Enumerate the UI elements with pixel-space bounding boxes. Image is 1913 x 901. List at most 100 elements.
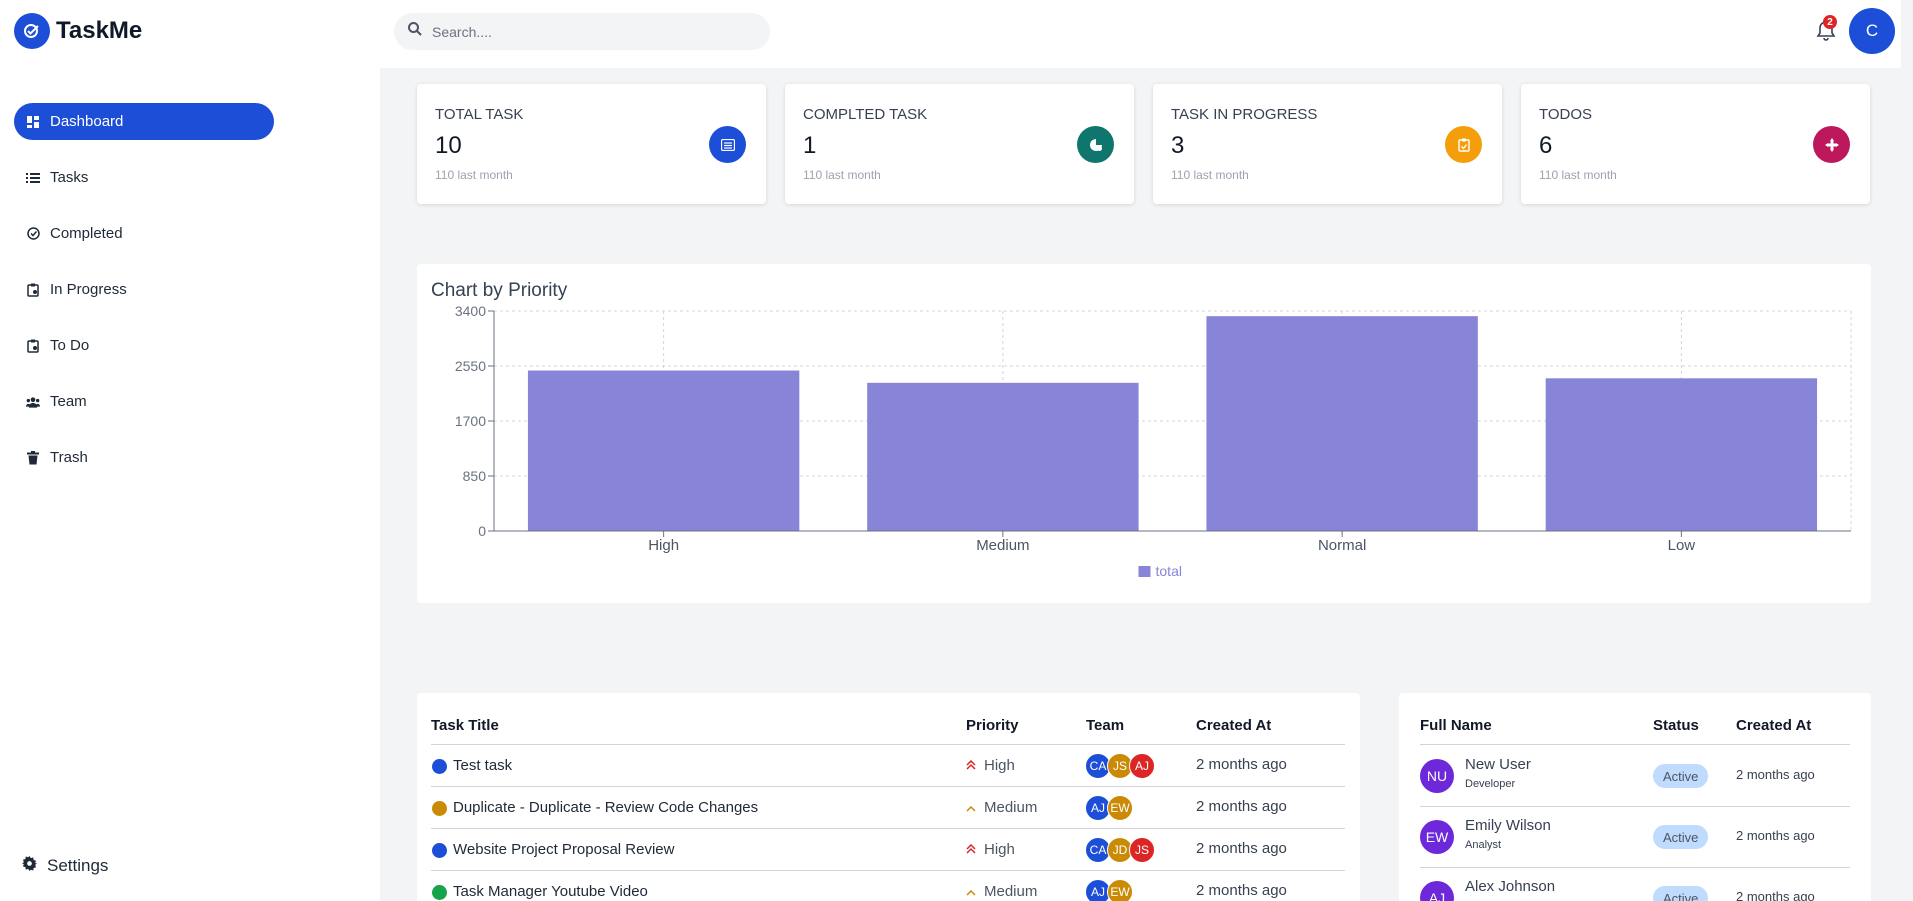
priority-label: High <box>984 757 1015 774</box>
stat-sub: 110 last month <box>803 168 881 182</box>
created-at: 2 months ago <box>1736 767 1815 782</box>
sidebar-item-in-progress[interactable]: In Progress <box>14 271 274 308</box>
created-at: 2 months ago <box>1196 882 1287 899</box>
clipboard-icon <box>26 339 40 353</box>
avatar: EW <box>1420 820 1454 854</box>
top-bar: 2 C <box>380 0 1901 68</box>
col-header-task-title: Task Title <box>431 717 499 734</box>
avatar: NU <box>1420 759 1454 793</box>
created-at: 2 months ago <box>1196 840 1287 857</box>
x-tick-label: Medium <box>976 537 1029 554</box>
team-avatars: AJ EW <box>1085 795 1133 821</box>
chevron-up-icon <box>966 799 976 816</box>
team-member-avatar[interactable]: JS <box>1129 837 1155 863</box>
priority-cell: High <box>966 841 1015 858</box>
priority-dot <box>432 843 447 858</box>
users-icon <box>26 395 40 409</box>
notification-badge: 2 <box>1823 15 1837 29</box>
double-chevron-up-icon <box>966 757 976 774</box>
created-at: 2 months ago <box>1736 889 1815 901</box>
user-name: Emily Wilson <box>1465 817 1551 834</box>
table-row[interactable]: NU New User Developer Active 2 months ago <box>1420 745 1850 806</box>
todos-icon <box>1813 126 1850 163</box>
col-header-created-at: Created At <box>1196 717 1272 734</box>
gear-icon <box>22 856 37 876</box>
task-title[interactable]: Website Project Proposal Review <box>453 841 674 858</box>
table-row[interactable]: Duplicate - Duplicate - Review Code Chan… <box>431 787 1345 829</box>
sidebar-item-trash[interactable]: Trash <box>14 439 274 476</box>
user-name: Alex Johnson <box>1465 878 1556 895</box>
stat-value: 6 <box>1539 132 1553 159</box>
priority-label: High <box>984 841 1015 858</box>
team-member-avatar[interactable]: AJ <box>1129 753 1155 779</box>
col-header-priority: Priority <box>966 717 1019 734</box>
status-badge: Active <box>1653 825 1709 849</box>
priority-label: Medium <box>984 799 1038 816</box>
stat-sub: 110 last month <box>435 168 513 182</box>
table-row[interactable]: Test task High CA JS AJ 2 months ago <box>431 745 1345 787</box>
stat-card-total-task: TOTAL TASK 10 110 last month <box>417 84 766 204</box>
user-name: New User <box>1465 756 1531 773</box>
priority-dot <box>432 801 447 816</box>
search-input[interactable] <box>432 23 732 40</box>
y-tick-label: 3400 <box>455 303 486 319</box>
clipboard-icon <box>26 283 40 297</box>
stat-sub: 110 last month <box>1171 168 1249 182</box>
stat-card-completed-task: COMPLTED TASK 1 110 last month <box>785 84 1134 204</box>
table-row[interactable]: EW Emily Wilson Analyst Active 2 months ago <box>1420 806 1850 867</box>
col-header-created-at: Created At <box>1736 717 1812 734</box>
sidebar-item-label: Dashboard <box>50 113 124 130</box>
stat-label: TOTAL TASK <box>435 106 524 123</box>
stat-value: 1 <box>803 132 817 159</box>
sidebar: TaskMe Dashboard Tasks Completed In Prog… <box>0 0 380 901</box>
avatar: AJ <box>1420 881 1454 901</box>
sidebar-item-label: In Progress <box>50 281 127 298</box>
search-box[interactable] <box>394 13 770 50</box>
stat-sub: 110 last month <box>1539 168 1617 182</box>
app-name: TaskMe <box>56 17 143 44</box>
legend-swatch <box>1138 566 1151 577</box>
team-member-avatar[interactable]: EW <box>1107 795 1133 821</box>
chart-bar <box>1206 316 1478 531</box>
task-title[interactable]: Duplicate - Duplicate - Review Code Chan… <box>453 799 758 816</box>
created-at: 2 months ago <box>1196 756 1287 773</box>
status-badge: Active <box>1653 886 1709 901</box>
task-title[interactable]: Test task <box>453 757 512 774</box>
sidebar-item-dashboard[interactable]: Dashboard <box>14 103 274 140</box>
completed-task-icon <box>1077 126 1114 163</box>
team-avatars: CA JD JS <box>1085 837 1155 863</box>
in-progress-icon <box>1445 126 1482 163</box>
app-logo[interactable]: TaskMe <box>14 13 142 49</box>
table-row[interactable]: Website Project Proposal Review High CA JD J… <box>431 829 1345 871</box>
x-tick-label: High <box>648 537 679 554</box>
team-avatars: CA JS AJ <box>1085 753 1155 779</box>
sidebar-item-to-do[interactable]: To Do <box>14 327 274 364</box>
user-avatar[interactable]: C <box>1849 8 1895 54</box>
search-icon <box>408 22 422 41</box>
team-avatars: AJ EW <box>1085 879 1133 901</box>
settings-link[interactable]: Settings <box>22 856 108 876</box>
y-tick-label: 850 <box>463 468 487 484</box>
stat-card-todos: TODOS 6 110 last month <box>1521 84 1870 204</box>
priority-bar-chart: 0 850 1700 2550 3400 High Medium Normal Low total <box>455 303 1852 579</box>
sidebar-item-label: Team <box>50 393 87 410</box>
sidebar-item-label: To Do <box>50 337 90 354</box>
sidebar-item-tasks[interactable]: Tasks <box>14 159 274 196</box>
double-chevron-up-icon <box>966 841 976 858</box>
priority-cell: Medium <box>966 799 1037 816</box>
team-member-avatar[interactable]: EW <box>1107 879 1133 901</box>
created-at: 2 months ago <box>1196 798 1287 815</box>
sidebar-nav: Dashboard Tasks Completed In Progress To… <box>14 103 274 495</box>
y-tick-label: 0 <box>478 523 486 539</box>
table-row[interactable]: AJ Alex Johnson Active 2 months ago <box>1420 867 1850 901</box>
sidebar-item-completed[interactable]: Completed <box>14 215 274 252</box>
col-header-status: Status <box>1653 717 1699 734</box>
sidebar-item-team[interactable]: Team <box>14 383 274 420</box>
priority-dot <box>432 759 447 774</box>
stat-value: 10 <box>435 132 462 159</box>
table-row[interactable]: Task Manager Youtube Video Medium AJ EW 2 mo… <box>431 871 1345 901</box>
task-title[interactable]: Task Manager Youtube Video <box>453 883 648 900</box>
sidebar-item-label: Completed <box>50 225 123 242</box>
total-task-icon <box>709 126 746 163</box>
trash-icon <box>26 450 40 465</box>
